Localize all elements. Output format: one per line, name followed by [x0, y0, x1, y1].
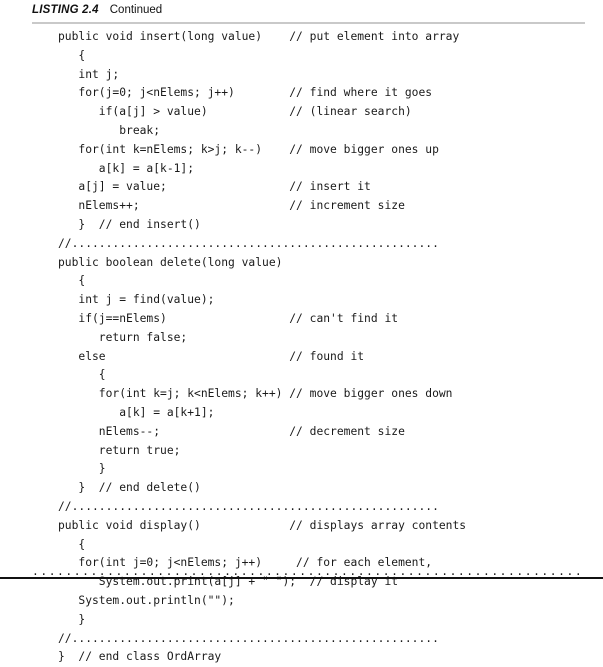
code-line: a[j] = value; // insert it: [58, 180, 371, 194]
code-line: return false;: [58, 330, 188, 344]
code-line: public void display() // displays array …: [58, 518, 467, 532]
code-line: break;: [58, 123, 161, 137]
code-line: {: [58, 48, 86, 62]
code-line: public boolean delete(long value): [58, 255, 283, 269]
code-line: }: [58, 612, 86, 626]
code-line: } // end class OrdArray: [58, 650, 222, 664]
code-line: }: [58, 462, 106, 476]
listing-caption: Continued: [109, 4, 163, 16]
code-separator-line: //......................................…: [58, 631, 439, 645]
listing-number-label: LISTING 2.4: [32, 4, 99, 16]
code-line: if(j==nElems) // can't find it: [58, 311, 399, 325]
code-line: a[k] = a[k+1];: [58, 405, 215, 419]
header-divider: [32, 22, 585, 24]
code-line: } // end insert(): [58, 217, 201, 231]
code-line: else // found it: [58, 349, 365, 363]
code-separator-line: //......................................…: [58, 236, 439, 250]
code-line: {: [58, 274, 86, 288]
listing-header: LISTING 2.4 Continued: [32, 4, 585, 18]
code-line: nElems--; // decrement size: [58, 424, 405, 438]
code-line: } // end delete(): [58, 481, 201, 495]
code-separator-line: //......................................…: [58, 499, 439, 513]
code-line: for(j=0; j<nElems; j++) // find where it…: [58, 86, 433, 100]
code-line: return true;: [58, 443, 181, 457]
code-line: nElems++; // increment size: [58, 199, 405, 213]
code-line: for(int k=j; k<nElems; k++) // move bigg…: [58, 387, 453, 401]
code-line: {: [58, 368, 106, 382]
code-line: public void insert(long value) // put el…: [58, 30, 460, 43]
code-line: for(int k=nElems; k>j; k--) // move bigg…: [58, 142, 439, 156]
code-line: {: [58, 537, 86, 551]
code-line: int j = find(value);: [58, 293, 215, 307]
listing-page: LISTING 2.4 Continued public void insert…: [0, 0, 603, 663]
code-line: int j;: [58, 67, 120, 81]
code-line: a[k] = a[k-1];: [58, 161, 195, 175]
code-line: if(a[j] > value) // (linear search): [58, 105, 412, 119]
code-line: System.out.println("");: [58, 593, 235, 607]
